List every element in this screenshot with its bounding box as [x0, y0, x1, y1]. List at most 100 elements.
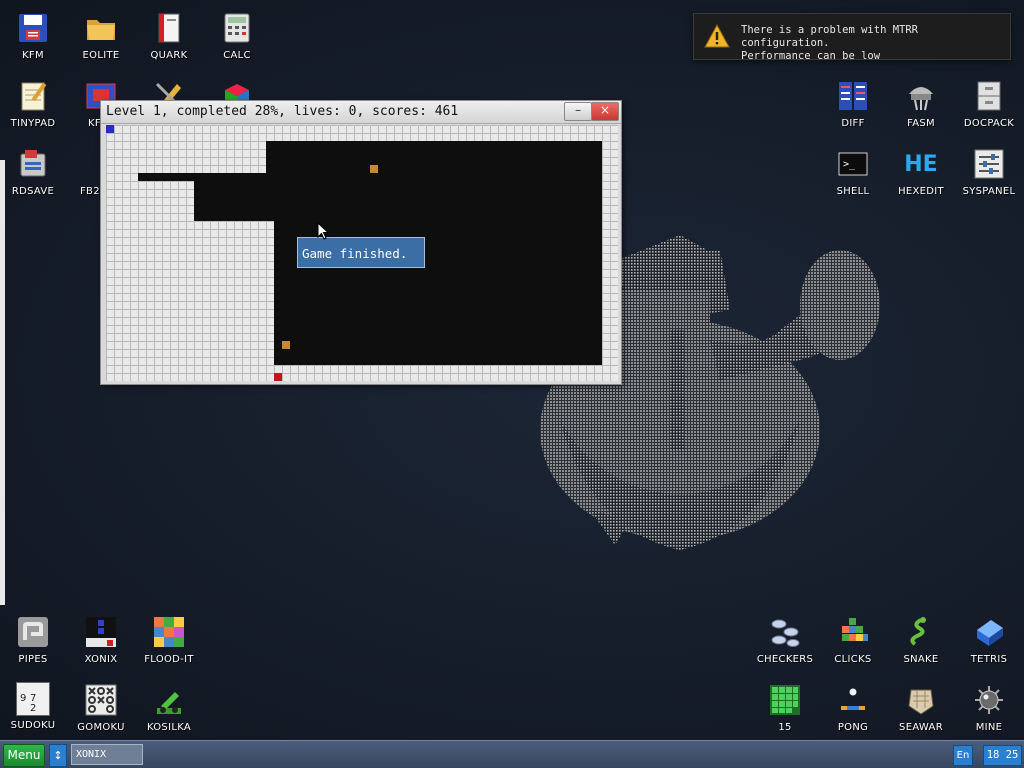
enemy-marker [274, 373, 282, 381]
desktop-icon-label: SHELL [836, 186, 870, 197]
desktop-icon-label: MINE [975, 722, 1003, 733]
desktop-icon-seawar[interactable]: SEAWAR [888, 676, 954, 740]
sudoku-digit: 2 [30, 703, 37, 714]
desktop-icon-xonix[interactable]: XONIX [68, 608, 134, 674]
desktop-icon-label: SUDOKU [10, 720, 56, 731]
minimize-button[interactable]: – [564, 102, 592, 121]
terminal-icon: >_ [835, 146, 871, 182]
close-button[interactable]: × [591, 102, 619, 121]
pipes-icon [15, 614, 51, 650]
warning-icon [704, 24, 730, 48]
desktop-icon-docpack[interactable]: DOCPACK [956, 72, 1022, 138]
clock[interactable]: 18 25 [983, 745, 1022, 766]
desktop-icon-sudoku[interactable]: 9 7 2 SUDOKU [0, 676, 66, 740]
lawn-mower-icon [151, 682, 187, 718]
left-panel-edge [0, 160, 5, 605]
unfilled-area [194, 173, 602, 221]
diff-icon [835, 78, 871, 114]
desktop-icon-eolite[interactable]: EOLITE [68, 4, 134, 70]
desktop-icon-tetris[interactable]: TETRIS [956, 608, 1022, 674]
seawar-icon [903, 682, 939, 718]
desktop-icon-syspanel[interactable]: SYSPANEL [956, 140, 1022, 206]
ball-marker [282, 341, 290, 349]
desktop-icon-hexedit[interactable]: HE HEXEDIT [888, 140, 954, 206]
calculator-icon [219, 10, 255, 46]
sliders-icon [971, 146, 1007, 182]
floppy-disk-icon [15, 10, 51, 46]
flood-it-icon [151, 614, 187, 650]
book-icon [151, 10, 187, 46]
desktop-icon-label: XONIX [84, 654, 118, 665]
desktop-icon-clicks[interactable]: CLICKS [820, 608, 886, 674]
desktop-icon-label: QUARK [150, 50, 188, 61]
desktop-icon-checkers[interactable]: CHECKERS [752, 608, 818, 674]
desktop-icon-label: FASM [907, 118, 935, 129]
desktop-icon-pipes[interactable]: PIPES [0, 608, 66, 674]
checkers-icon [767, 614, 803, 650]
gomoku-icon [83, 682, 119, 718]
taskbar: Menu ↕ XONIX En 18 25 [0, 740, 1024, 768]
cabinet-icon [971, 78, 1007, 114]
desktop-icon-label: PIPES [18, 654, 48, 665]
desktop-icon-label: SYSPANEL [962, 186, 1016, 197]
dialog-message: Game finished. [302, 246, 408, 261]
notepad-icon [15, 78, 51, 114]
desktop-icon-label: SNAKE [903, 654, 939, 665]
mine-icon [971, 682, 1007, 718]
desktop-icon-tinypad[interactable]: TINYPAD [0, 72, 66, 138]
desktop-icon-mine[interactable]: MINE [956, 676, 1022, 740]
keyboard-layout-indicator[interactable]: En [953, 745, 973, 766]
desktop-icon-calc[interactable]: CALC [204, 4, 270, 70]
desktop-icon-diff[interactable]: DIFF [820, 72, 886, 138]
sudoku-icon: 9 7 2 [16, 682, 50, 716]
desktop-icon-label: RDSAVE [11, 186, 55, 197]
desktop-icon-flood-it[interactable]: FLOOD-IT [136, 608, 202, 674]
player-marker [106, 125, 114, 133]
menu-button[interactable]: Menu [3, 744, 45, 767]
desktop-icon-label: TETRIS [970, 654, 1008, 665]
notification-line1: There is a problem with MTRR configurati… [741, 24, 919, 49]
folder-icon [83, 10, 119, 46]
svg-text:>_: >_ [843, 159, 856, 170]
hex-editor-glyph: HE [904, 151, 938, 177]
desktop-icon-label: DOCPACK [963, 118, 1015, 129]
fasm-icon [903, 78, 939, 114]
desktop-icon-label: GOMOKU [77, 722, 125, 733]
switch-windows-button[interactable]: ↕ [49, 744, 67, 767]
desktop-icon-shell[interactable]: >_ SHELL [820, 140, 886, 206]
desktop-icon-label: CHECKERS [756, 654, 814, 665]
desktop-icon-label: KOSILKA [146, 722, 192, 733]
desktop-icon-kosilka[interactable]: KOSILKA [136, 676, 202, 740]
mtrr-notification[interactable]: There is a problem with MTRR configurati… [693, 13, 1011, 63]
desktop-icon-15[interactable]: 15 [752, 676, 818, 740]
desktop: KFM EOLITE QUARK CALC TINYPAD RDSAVE KF … [0, 0, 1024, 740]
desktop-icon-label: CALC [223, 50, 251, 61]
unfilled-area [138, 173, 194, 181]
desktop-icon-label: PONG [837, 722, 869, 733]
desktop-icon-label: CLICKS [834, 654, 872, 665]
desktop-icon-label: KFM [22, 50, 44, 61]
desktop-icon-rdsave[interactable]: RDSAVE [0, 140, 66, 206]
ball-marker [370, 165, 378, 173]
mouse-cursor-icon [317, 222, 329, 240]
pong-icon [835, 682, 871, 718]
hex-editor-icon: HE [903, 146, 939, 182]
snake-icon [903, 614, 939, 650]
desktop-icon-gomoku[interactable]: GOMOKU [68, 676, 134, 740]
taskbar-item-xonix[interactable]: XONIX [71, 744, 143, 765]
desktop-icon-snake[interactable]: SNAKE [888, 608, 954, 674]
desktop-icon-label: TINYPAD [10, 118, 56, 129]
desktop-icon-fasm[interactable]: FASM [888, 72, 954, 138]
desktop-icon-label: FLOOD-IT [144, 654, 194, 665]
xonix-icon [83, 614, 119, 650]
notification-line2: Performance can be low [741, 50, 881, 62]
window-titlebar[interactable]: Level 1, completed 28%, lives: 0, scores… [101, 101, 621, 124]
desktop-icon-kfm[interactable]: KFM [0, 4, 66, 70]
desktop-icon-label: SEAWAR [899, 722, 943, 733]
notification-text: There is a problem with MTRR configurati… [741, 24, 1010, 63]
desktop-icon-label: DIFF [841, 118, 865, 129]
disk-save-icon [15, 146, 51, 182]
game-finished-dialog[interactable]: Game finished. [297, 237, 425, 268]
desktop-icon-pong[interactable]: PONG [820, 676, 886, 740]
desktop-icon-quark[interactable]: QUARK [136, 4, 202, 70]
